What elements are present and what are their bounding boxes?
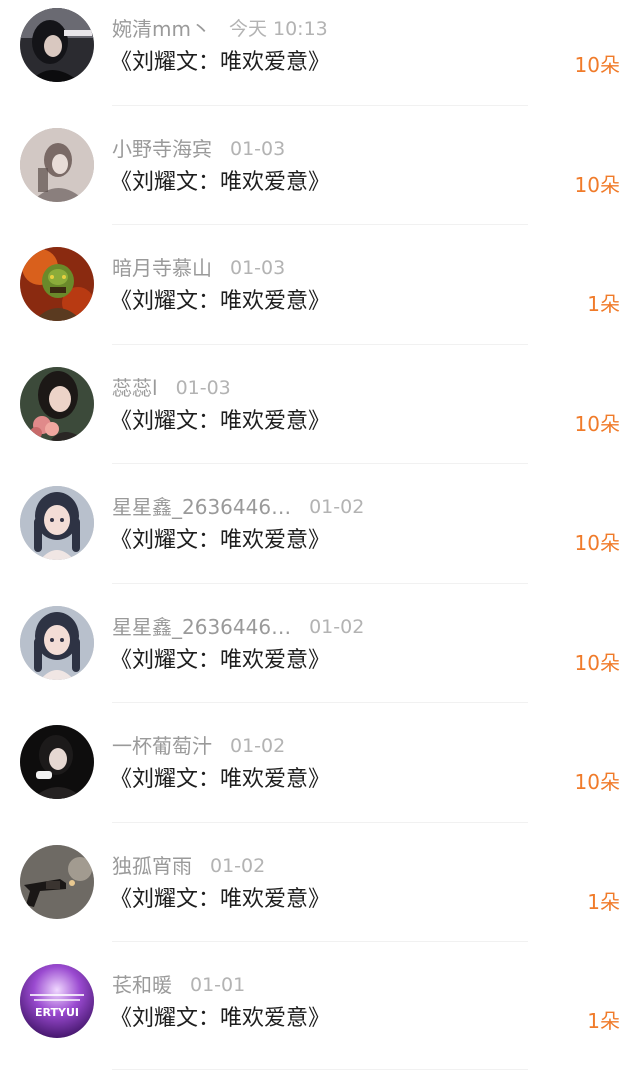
divider: [112, 582, 528, 584]
divider: [112, 941, 528, 942]
record-date: 01-03: [230, 257, 286, 279]
list-item[interactable]: 星星鑫_2636446… 01-02 《刘耀文：唯欢爱意》 10朵: [0, 598, 640, 718]
purple-text-avatar: ERTYUI: [20, 964, 94, 1038]
avatar[interactable]: [20, 486, 94, 560]
user-name[interactable]: 一杯葡萄汁: [112, 731, 212, 761]
record-meta: 一杯葡萄汁 01-02: [112, 731, 285, 761]
gift-name: 《刘耀文：唯欢爱意》: [110, 1006, 331, 1031]
record-meta: 蕊蕊l 01-03: [112, 373, 231, 403]
avatar[interactable]: [20, 127, 94, 202]
avatar[interactable]: [20, 247, 94, 321]
gift-count: 10朵: [574, 770, 620, 794]
record-meta: 苌和暖 01-01: [112, 970, 245, 1000]
revolver-avatar: [20, 844, 94, 919]
user-name[interactable]: 苌和暖: [112, 970, 172, 1000]
pale-girl-avatar: [20, 127, 94, 202]
gift-name: 《刘耀文：唯欢爱意》: [110, 289, 331, 314]
record-meta: 婉清mm丶 今天 10:13: [112, 14, 328, 44]
gift-name: 《刘耀文：唯欢爱意》: [110, 528, 331, 553]
divider: [112, 224, 528, 225]
gift-name: 《刘耀文：唯欢爱意》: [110, 886, 331, 912]
orc-warrior-avatar: [20, 247, 94, 321]
avatar[interactable]: [20, 366, 94, 441]
avatar[interactable]: [20, 8, 94, 82]
list-item[interactable]: 星星鑫_2636446… 01-02 《刘耀文：唯欢爱意》 10朵: [0, 478, 640, 598]
gift-name: 《刘耀文：唯欢爱意》: [110, 169, 331, 195]
divider: [112, 821, 528, 823]
divider: [112, 702, 528, 703]
gift-count: 1朵: [587, 292, 620, 316]
record-meta: 独孤宵雨 01-02: [112, 851, 265, 881]
gift-name: 《刘耀文：唯欢爱意》: [110, 767, 331, 792]
dark-girl-avatar: [20, 8, 94, 82]
girl-with-flowers-avatar: [20, 366, 94, 441]
gift-count: 10朵: [574, 531, 620, 555]
user-name[interactable]: 蕊蕊l: [112, 373, 158, 403]
gift-name: 《刘耀文：唯欢爱意》: [110, 647, 331, 673]
user-name[interactable]: 星星鑫_2636446…: [112, 492, 291, 522]
avatar[interactable]: [20, 605, 94, 680]
record-meta: 暗月寺慕山 01-03: [112, 253, 285, 283]
list-item[interactable]: 婉清mm丶 今天 10:13 《刘耀文：唯欢爱意》 10朵: [0, 0, 640, 120]
gift-count: 1朵: [587, 1009, 620, 1033]
record-meta: 星星鑫_2636446… 01-02: [112, 492, 364, 522]
dark-portrait-avatar: [20, 725, 94, 799]
gift-count: 10朵: [574, 53, 620, 77]
user-name[interactable]: 星星鑫_2636446…: [112, 612, 291, 642]
divider: [112, 104, 528, 106]
record-date: 01-01: [190, 974, 246, 996]
record-date: 01-02: [309, 615, 365, 638]
gift-name: 《刘耀文：唯欢爱意》: [110, 50, 331, 75]
list-item[interactable]: 一杯葡萄汁 01-02 《刘耀文：唯欢爱意》 10朵: [0, 717, 640, 837]
record-date: 01-02: [309, 496, 365, 518]
record-date: 01-02: [210, 854, 266, 877]
avatar-text: ERTYUI: [35, 1006, 79, 1019]
avatar[interactable]: [20, 844, 94, 919]
record-date: 今天 10:13: [228, 18, 328, 40]
list-item[interactable]: 小野寺海宾 01-03 《刘耀文：唯欢爱意》 10朵: [0, 120, 640, 240]
gift-count: 1朵: [587, 889, 620, 914]
user-name[interactable]: 独孤宵雨: [112, 851, 192, 881]
anime-girl-avatar: [20, 605, 94, 680]
gift-count: 10朵: [574, 411, 620, 436]
record-date: 01-02: [230, 735, 286, 757]
avatar[interactable]: ERTYUI: [20, 964, 94, 1038]
divider: [112, 463, 528, 464]
anime-girl-avatar: [20, 486, 94, 560]
avatar[interactable]: [20, 725, 94, 799]
record-meta: 小野寺海宾 01-03: [112, 134, 285, 164]
list-item[interactable]: ERTYUI 苌和暖 01-01 《刘耀文：唯欢爱意》 1朵: [0, 956, 640, 1070]
list-item[interactable]: 暗月寺慕山 01-03 《刘耀文：唯欢爱意》 1朵: [0, 239, 640, 359]
user-name[interactable]: 小野寺海宾: [112, 134, 212, 164]
gift-name: 《刘耀文：唯欢爱意》: [110, 408, 331, 434]
record-date: 01-03: [230, 137, 286, 160]
list-item[interactable]: 独孤宵雨 01-02 《刘耀文：唯欢爱意》 1朵: [0, 837, 640, 957]
gift-count: 10朵: [574, 650, 620, 675]
divider: [112, 343, 528, 345]
divider: [112, 1068, 528, 1070]
list-item[interactable]: 蕊蕊l 01-03 《刘耀文：唯欢爱意》 10朵: [0, 359, 640, 479]
gift-count: 10朵: [574, 172, 620, 197]
record-date: 01-03: [175, 376, 231, 399]
user-name[interactable]: 婉清mm丶: [112, 14, 211, 44]
user-name[interactable]: 暗月寺慕山: [112, 253, 212, 283]
record-meta: 星星鑫_2636446… 01-02: [112, 612, 364, 642]
gift-record-list: 婉清mm丶 今天 10:13 《刘耀文：唯欢爱意》 10朵 小野寺海宾 01-03 …: [0, 0, 640, 1070]
